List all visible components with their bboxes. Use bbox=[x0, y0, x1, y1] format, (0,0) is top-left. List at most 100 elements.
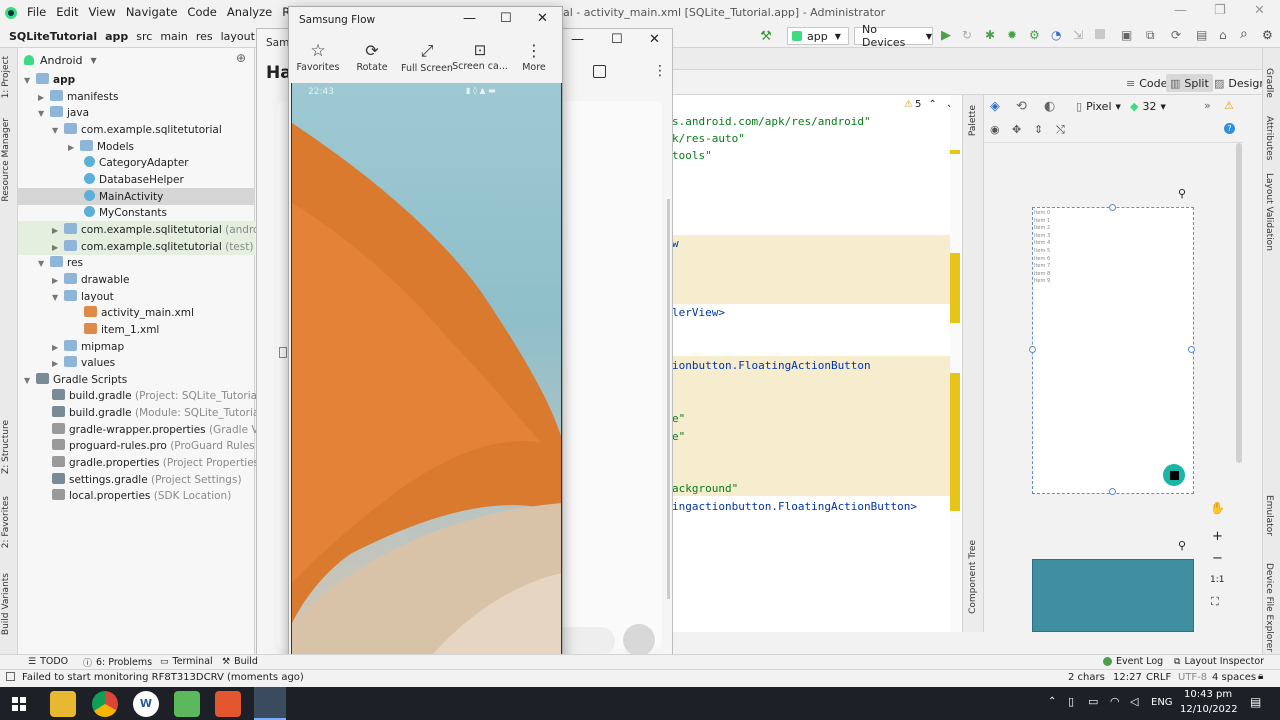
night-mode-icon[interactable]: ◐ bbox=[1044, 99, 1055, 114]
avd-manager-icon[interactable]: ▣ bbox=[1121, 28, 1132, 42]
device-select[interactable]: No Devices ▼ bbox=[854, 23, 933, 49]
phone-screen-mirror[interactable]: 22:43 ▮ ◊ ▲ ▬ ||| ‹ bbox=[291, 83, 562, 681]
menu-navigate[interactable]: Navigate bbox=[121, 0, 183, 25]
magic-wand-icon[interactable]: ⤭ bbox=[1056, 123, 1065, 137]
zoom-in-icon[interactable]: + bbox=[1212, 529, 1223, 544]
tray-network-icon[interactable]: ▯ bbox=[1068, 695, 1074, 708]
menu-file[interactable]: File bbox=[22, 0, 51, 25]
globe-icon[interactable]: ⊕ bbox=[236, 51, 246, 65]
help-icon[interactable]: ? bbox=[1224, 123, 1235, 134]
tab-build-variants[interactable]: Build Variants bbox=[1, 573, 11, 635]
rotate-button[interactable]: ⟳ Rotate bbox=[343, 41, 401, 73]
inspection-widget[interactable]: ⚠ 5 ⌃ ⌄ bbox=[904, 99, 954, 110]
constraint-icon[interactable]: ⇕ bbox=[1034, 123, 1043, 136]
profile-icon[interactable]: ✹ bbox=[1007, 28, 1017, 42]
problems-tab[interactable]: ⓘ 6: Problems bbox=[83, 656, 152, 669]
full-screen-button[interactable]: ⤢ Full Screen bbox=[398, 41, 456, 74]
resize-handle[interactable] bbox=[1109, 488, 1116, 495]
send-button[interactable] bbox=[623, 624, 655, 656]
hammer-icon[interactable]: ⚒ bbox=[758, 28, 774, 44]
layout-inspector-tab[interactable]: ⧉ Layout Inspector bbox=[1174, 656, 1264, 667]
favorites-button[interactable]: ☆ Favorites bbox=[289, 41, 347, 73]
tree-item-activity-main-xml[interactable]: activity_main.xml bbox=[84, 305, 194, 321]
more-chevron-icon[interactable]: » bbox=[1204, 99, 1211, 112]
tab-structure[interactable]: Z: Structure bbox=[1, 420, 11, 474]
tree-item-app[interactable]: ▼ app bbox=[24, 72, 75, 88]
tree-item-android-test-package[interactable]: ▶com.example.sqlitetutorial (androidTes bbox=[52, 222, 286, 238]
tree-item-values[interactable]: ▶ values bbox=[52, 355, 115, 371]
breadcrumb-app[interactable]: app bbox=[101, 30, 132, 43]
breadcrumb-project[interactable]: SQLiteTutorial bbox=[0, 30, 101, 43]
ide-minimize-button[interactable]: — bbox=[1174, 3, 1187, 18]
tree-item-category-adapter[interactable]: CategoryAdapter bbox=[84, 155, 189, 171]
event-log-tab[interactable]: Event Log bbox=[1103, 656, 1163, 667]
tree-item-proguard-rules[interactable]: proguard-rules.pro (ProGuard Rules for S… bbox=[52, 438, 291, 454]
breadcrumb-res[interactable]: res bbox=[192, 30, 217, 43]
project-view-select[interactable]: Android ▼ bbox=[24, 52, 97, 68]
tray-chevron-icon[interactable]: ⌃ bbox=[1048, 696, 1056, 707]
menu-view[interactable]: View bbox=[84, 0, 121, 25]
eye-icon[interactable]: ◉ bbox=[990, 123, 1000, 136]
status-encoding[interactable]: UTF-8 bbox=[1178, 672, 1207, 683]
maximize-button[interactable]: ☐ bbox=[611, 32, 623, 47]
search-icon[interactable]: ⌕ bbox=[1240, 26, 1248, 42]
close-button[interactable]: ✕ bbox=[649, 32, 660, 47]
device-manager-icon[interactable]: ▤ bbox=[1196, 28, 1207, 42]
tab-project[interactable]: 1: Project bbox=[1, 56, 11, 98]
tree-item-build-gradle-project[interactable]: build.gradle (Project: SQLite_Tutorial) bbox=[52, 388, 264, 404]
close-button[interactable]: ✕ bbox=[537, 11, 548, 26]
camtasia-icon[interactable] bbox=[174, 691, 200, 717]
orientation-icon[interactable]: ⟲ bbox=[1016, 99, 1027, 114]
run-icon[interactable]: ▶ bbox=[941, 28, 951, 43]
chrome-icon[interactable] bbox=[92, 691, 118, 717]
status-position[interactable]: 12:27 bbox=[1113, 672, 1142, 683]
api-level-select[interactable]: ◆ 32 ▼ bbox=[1130, 100, 1166, 113]
tree-item-drawable[interactable]: ▶ drawable bbox=[52, 272, 129, 288]
tray-battery-icon[interactable]: ▭ bbox=[1088, 695, 1098, 708]
menu-code[interactable]: Code bbox=[182, 0, 221, 25]
maximize-button[interactable]: ☐ bbox=[500, 11, 512, 26]
tree-item-build-gradle-module[interactable]: build.gradle (Module: SQLite_Tutorial.ap… bbox=[52, 405, 289, 421]
tree-item-main-activity[interactable]: MainActivity bbox=[84, 189, 163, 205]
tree-item-settings-gradle[interactable]: settings.gradle (Project Settings) bbox=[52, 472, 242, 488]
tab-device-file-explorer[interactable]: Device File Explorer bbox=[1264, 563, 1274, 652]
tree-item-res[interactable]: ▼ res bbox=[38, 255, 83, 271]
floating-action-button[interactable] bbox=[1163, 464, 1185, 486]
minimize-button[interactable]: — bbox=[463, 11, 476, 26]
stop-icon[interactable] bbox=[1095, 29, 1105, 39]
todo-tab[interactable]: ☰ TODO bbox=[28, 656, 68, 667]
menu-edit[interactable]: Edit bbox=[51, 0, 83, 25]
git-icon[interactable]: ⌂ bbox=[1219, 28, 1227, 42]
tree-item-gradle-properties[interactable]: gradle.properties (Project Properties) bbox=[52, 455, 263, 471]
ide-close-button[interactable]: ✕ bbox=[1254, 3, 1265, 18]
screen-capture-button[interactable]: ⊡ Screen ca... bbox=[451, 41, 509, 72]
code-editor[interactable]: ⚠ 5 ⌃ ⌄ s.android.com/apk/res/android" k… bbox=[672, 95, 962, 632]
back-window-scrollbar[interactable] bbox=[667, 199, 670, 599]
resize-handle[interactable] bbox=[1109, 204, 1116, 211]
recorder-icon[interactable] bbox=[215, 691, 241, 717]
tray-language[interactable]: ENG bbox=[1151, 697, 1173, 708]
zoom-out-icon[interactable]: − bbox=[1212, 551, 1223, 566]
margin-icon[interactable]: ✥ bbox=[1012, 123, 1021, 136]
design-canvas[interactable]: ⚲ Item 0 Item 1 Item 2 Item 3 Item 4 Ite… bbox=[984, 143, 1243, 632]
tree-item-package[interactable]: ▼ com.example.sqlitetutorial bbox=[52, 122, 222, 138]
tab-resource-manager[interactable]: Resource Manager bbox=[1, 118, 11, 202]
tree-item-gradle-scripts[interactable]: ▼ Gradle Scripts bbox=[24, 372, 127, 388]
zoom-fit-icon[interactable]: ⛶ bbox=[1211, 595, 1219, 609]
tree-item-layout[interactable]: ▼ layout bbox=[52, 289, 114, 305]
sync-icon[interactable]: ⟳ bbox=[1171, 28, 1181, 42]
windows-start-icon[interactable] bbox=[12, 697, 26, 711]
tab-favorites[interactable]: 2: Favorites bbox=[1, 496, 11, 548]
samsung-flow-taskbar-icon[interactable] bbox=[254, 687, 286, 720]
ide-restore-button[interactable]: ❐ bbox=[1214, 3, 1226, 18]
breadcrumb-src[interactable]: src bbox=[132, 30, 156, 43]
lock-icon[interactable]: 🔒︎ bbox=[1258, 671, 1263, 682]
tab-palette[interactable]: Palette bbox=[968, 105, 978, 136]
tab-layout-validation[interactable]: Layout Validation bbox=[1264, 173, 1274, 251]
tab-component-tree[interactable]: Component Tree bbox=[968, 540, 978, 614]
warning-icon[interactable]: ⚠ bbox=[1224, 99, 1234, 112]
samsung-flow-window[interactable]: Samsung Flow — ☐ ✕ ☆ Favorites ⟳ Rotate ⤢ F… bbox=[288, 6, 563, 682]
breadcrumb-layout[interactable]: layout bbox=[217, 30, 259, 43]
layers-icon[interactable]: ◈ bbox=[990, 99, 1000, 114]
design-phone-preview[interactable] bbox=[1032, 559, 1194, 632]
